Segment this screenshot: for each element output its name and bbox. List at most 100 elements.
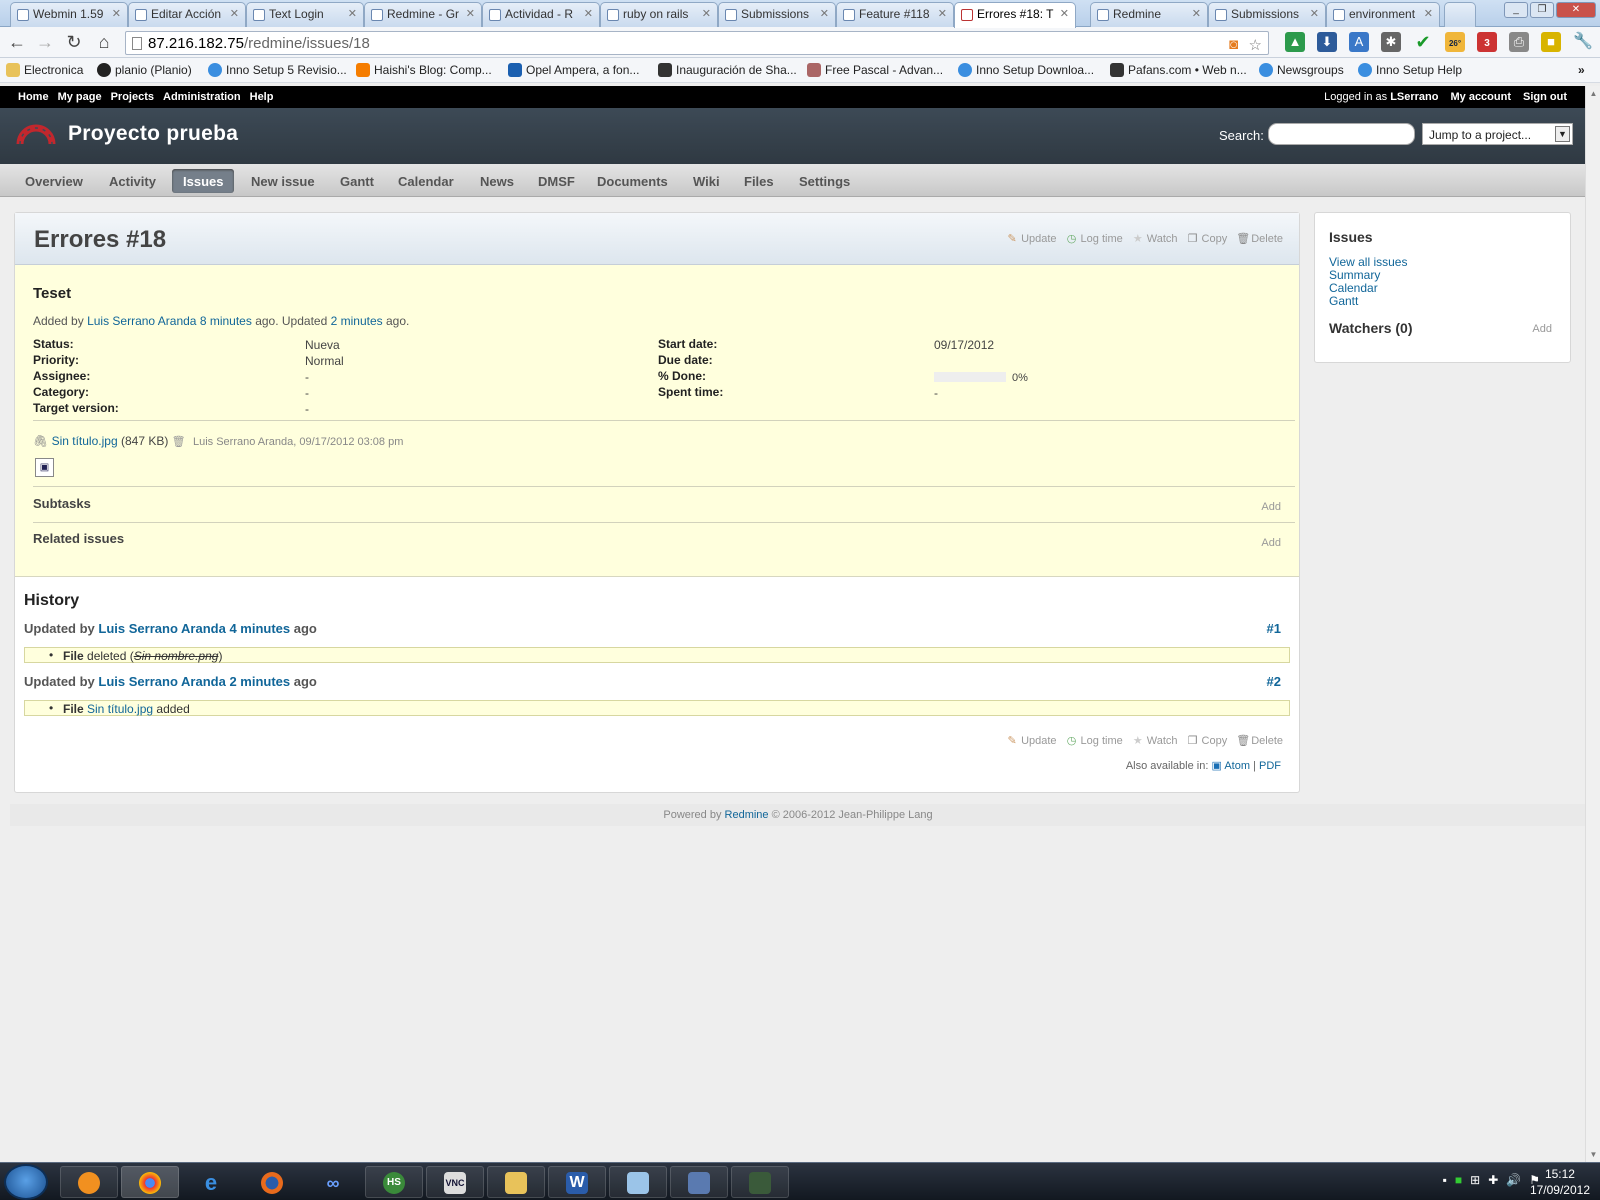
update-button[interactable]: ✎ Update [1006, 233, 1056, 245]
gmail-extension-icon[interactable]: 3 [1477, 32, 1497, 52]
close-tab-icon[interactable]: ✕ [1192, 7, 1201, 20]
sidebar-item-view-all-issues[interactable]: View all issues [1329, 255, 1407, 269]
close-tab-icon[interactable]: ✕ [1424, 7, 1433, 20]
log-time-button[interactable]: ◷ Log time [1066, 735, 1123, 747]
bookmark-item[interactable]: Electronica [6, 63, 83, 77]
browser-tab[interactable]: environment ✕ [1326, 2, 1440, 27]
top-menu-projects[interactable]: Projects [111, 91, 154, 103]
more-bookmarks-chevron-icon[interactable]: » [1578, 63, 1585, 77]
scroll-down-arrow-icon[interactable]: ▼ [1586, 1147, 1600, 1162]
bug-extension-icon[interactable]: ✱ [1381, 32, 1401, 52]
taskbar-app-chrome[interactable] [121, 1166, 179, 1198]
bookmark-item[interactable]: Inno Setup Downloa... [958, 63, 1094, 77]
add-watcher-link[interactable]: Add [1532, 323, 1552, 335]
watch-button[interactable]: ★ Watch [1132, 233, 1178, 245]
tab-settings[interactable]: Settings [799, 174, 850, 189]
close-tab-icon[interactable]: ✕ [230, 7, 239, 20]
system-clock[interactable]: 15:12 17/09/2012 [1530, 1166, 1590, 1198]
tab-overview[interactable]: Overview [25, 174, 83, 189]
bookmark-item[interactable]: Inauguración de Sha... [658, 63, 797, 77]
tab-issues[interactable]: Issues [172, 169, 235, 193]
tab-calendar[interactable]: Calendar [398, 174, 454, 189]
star-icon[interactable]: ☆ [1249, 36, 1262, 54]
browser-tab[interactable]: ruby on rails ✕ [600, 2, 718, 27]
taskbar-app[interactable]: ∞ [304, 1166, 362, 1198]
tab-files[interactable]: Files [744, 174, 774, 189]
journal-time-link[interactable]: 2 minutes [229, 674, 290, 689]
copy-button[interactable]: ❐ Copy [1187, 233, 1228, 245]
browser-tab[interactable]: Submissions ✕ [1208, 2, 1326, 27]
translate-extension-icon[interactable]: A [1349, 32, 1369, 52]
bookmark-item[interactable]: Opel Ampera, a fon... [508, 63, 639, 77]
created-ago-link[interactable]: 8 minutes [200, 314, 252, 328]
tab-documents[interactable]: Documents [597, 174, 668, 189]
browser-tab[interactable]: Submissions ✕ [718, 2, 836, 27]
tab-dmsf[interactable]: DMSF [538, 174, 575, 189]
minimize-button[interactable]: _ [1504, 2, 1528, 18]
journal-author-link[interactable]: Luis Serrano Aranda [98, 621, 225, 636]
weather-extension-icon[interactable]: 26° [1445, 32, 1465, 52]
tray-status-icon[interactable]: ■ [1455, 1173, 1462, 1187]
network-icon[interactable]: ⊞ [1470, 1173, 1480, 1187]
taskbar-app[interactable] [731, 1166, 789, 1198]
browser-tab[interactable]: Webmin 1.59 ✕ [10, 2, 128, 27]
address-bar[interactable]: 87.216.182.75/redmine/issues/18 ◙ ☆ [125, 31, 1269, 55]
bookmark-item[interactable]: Free Pascal - Advan... [807, 63, 943, 77]
top-menu-help[interactable]: Help [250, 91, 274, 103]
delete-attachment-icon[interactable]: 🗑 [172, 436, 186, 448]
tab-news[interactable]: News [480, 174, 514, 189]
print-extension-icon[interactable]: ⎙ [1509, 32, 1529, 52]
bookmark-item[interactable]: Inno Setup 5 Revisio... [208, 63, 347, 77]
add-related-issue-link[interactable]: Add [1261, 537, 1281, 549]
home-icon[interactable]: ⌂ [94, 32, 114, 52]
sidebar-item-calendar[interactable]: Calendar [1329, 281, 1378, 295]
close-tab-icon[interactable]: ✕ [348, 7, 357, 20]
sidebar-item-summary[interactable]: Summary [1329, 268, 1380, 282]
bookmark-item[interactable]: Newsgroups [1259, 63, 1344, 77]
attachment-link[interactable]: Sin título.jpg [52, 434, 118, 448]
forward-arrow-icon[interactable]: → [35, 32, 55, 52]
maximize-button[interactable]: ❐ [1530, 2, 1554, 18]
top-menu-home[interactable]: Home [18, 91, 49, 103]
journal-number-link[interactable]: #1 [1267, 621, 1281, 636]
tray-app-icon[interactable]: ▪ [1443, 1173, 1447, 1187]
close-tab-icon[interactable]: ✕ [1310, 7, 1319, 20]
update-button[interactable]: ✎ Update [1006, 735, 1056, 747]
top-menu-administration[interactable]: Administration [163, 91, 241, 103]
pdf-link[interactable]: PDF [1259, 760, 1281, 772]
close-tab-icon[interactable]: ✕ [938, 7, 947, 20]
back-arrow-icon[interactable]: ← [7, 32, 27, 52]
wrench-icon[interactable]: 🔧 [1573, 32, 1593, 52]
taskbar-app[interactable]: HS [365, 1166, 423, 1198]
browser-tab-active[interactable]: Errores #18: T ✕ [954, 2, 1076, 28]
taskbar-app[interactable] [487, 1166, 545, 1198]
taskbar-app[interactable] [60, 1166, 118, 1198]
delete-button[interactable]: 🗑 Delete [1236, 233, 1283, 245]
browser-tab[interactable]: Text Login ✕ [246, 2, 364, 27]
journal-time-link[interactable]: 4 minutes [229, 621, 290, 636]
close-tab-icon[interactable]: ✕ [702, 7, 711, 20]
reload-icon[interactable]: ↻ [64, 32, 84, 52]
browser-tab[interactable]: Feature #118 ✕ [836, 2, 954, 27]
volume-icon[interactable]: 🔊 [1506, 1173, 1521, 1187]
bookmark-item[interactable]: Haishi's Blog: Comp... [356, 63, 492, 77]
top-menu-my-page[interactable]: My page [58, 91, 102, 103]
taskbar-app[interactable] [243, 1166, 301, 1198]
copy-button[interactable]: ❐ Copy [1187, 735, 1228, 747]
lock-extension-icon[interactable]: ■ [1541, 32, 1561, 52]
atom-link[interactable]: Atom [1224, 760, 1250, 772]
journal-author-link[interactable]: Luis Serrano Aranda [98, 674, 225, 689]
attachment-thumbnail-icon[interactable]: ▣ [35, 458, 54, 477]
my-account-link[interactable]: My account [1450, 91, 1511, 103]
bookmark-item[interactable]: planio (Planio) [97, 63, 192, 77]
download-extension-icon[interactable]: ⬇ [1317, 32, 1337, 52]
sign-out-link[interactable]: Sign out [1523, 91, 1567, 103]
scroll-up-arrow-icon[interactable]: ▲ [1586, 86, 1600, 101]
browser-tab[interactable]: Actividad - R ✕ [482, 2, 600, 27]
rss-icon[interactable]: ◙ [1229, 36, 1238, 53]
add-subtask-link[interactable]: Add [1261, 501, 1281, 513]
browser-tab[interactable]: Redmine ✕ [1090, 2, 1208, 27]
tab-activity[interactable]: Activity [109, 174, 156, 189]
browser-tab[interactable]: Editar Acción ✕ [128, 2, 246, 27]
close-tab-icon[interactable]: ✕ [820, 7, 829, 20]
